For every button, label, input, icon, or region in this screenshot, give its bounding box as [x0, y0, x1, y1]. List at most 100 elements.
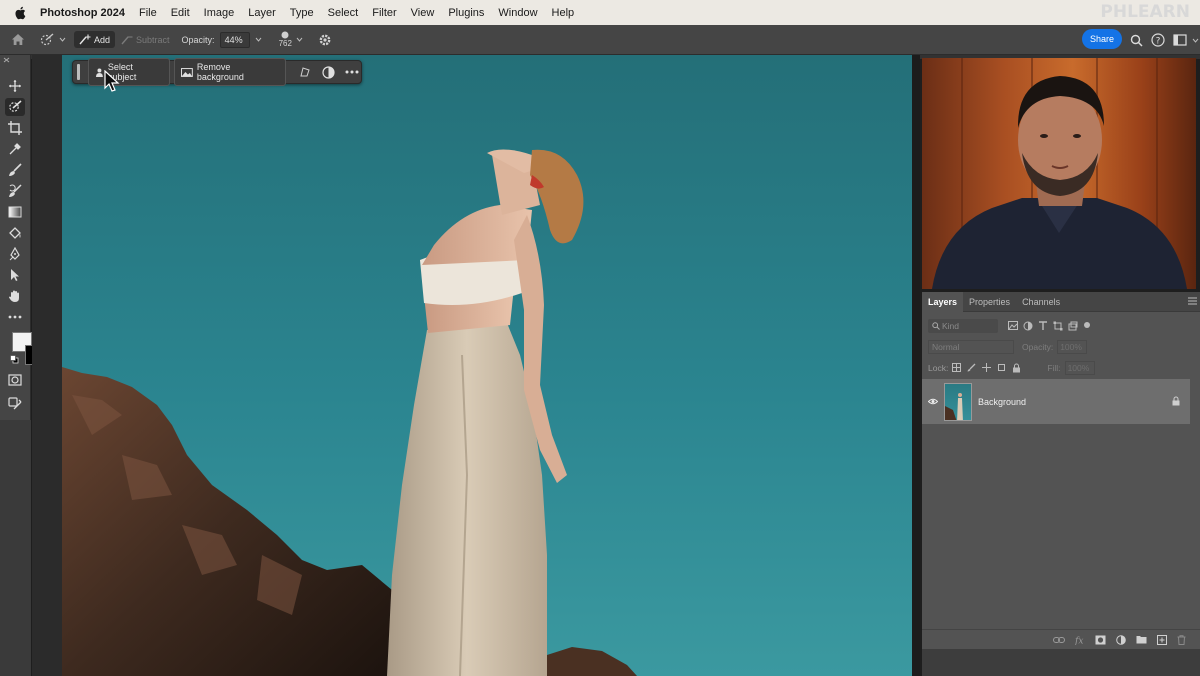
- gear-icon[interactable]: [312, 30, 338, 50]
- move-tool-icon[interactable]: [5, 77, 25, 95]
- menu-layer[interactable]: Layer: [248, 7, 276, 19]
- workspace-icon[interactable]: [1172, 30, 1188, 50]
- lock-transparent-pixels-icon[interactable]: [952, 362, 962, 372]
- filter-pixel-icon[interactable]: [1008, 320, 1018, 330]
- object-selection-preset-icon[interactable]: [36, 30, 58, 50]
- new-layer-icon[interactable]: [1157, 634, 1167, 645]
- remove-background-label: Remove background: [196, 62, 244, 82]
- brush-size-picker[interactable]: 762: [279, 31, 292, 48]
- layer-row-background[interactable]: Background: [922, 379, 1190, 424]
- blend-opacity-row: Normal Opacity: 100%: [922, 336, 1200, 357]
- collapse-toolbar-icon[interactable]: [3, 56, 10, 65]
- app-name-menu[interactable]: Photoshop 2024: [40, 7, 125, 19]
- quick-mask-icon[interactable]: [5, 371, 25, 389]
- add-brush-icon: [79, 34, 91, 45]
- options-bar: Add Subtract Opacity: 44% 762 Share ?: [0, 25, 1200, 55]
- more-tools-icon[interactable]: [5, 308, 25, 326]
- canvas-photo: [62, 149, 637, 676]
- add-mask-icon[interactable]: [1095, 635, 1106, 645]
- tab-properties[interactable]: Properties: [963, 292, 1016, 312]
- lock-position-icon[interactable]: [982, 362, 992, 372]
- filter-smart-object-icon[interactable]: [1068, 321, 1078, 331]
- eyedropper-tool-icon[interactable]: [5, 140, 25, 158]
- paint-bucket-tool-icon[interactable]: [5, 224, 25, 242]
- filter-shape-icon[interactable]: [1053, 321, 1063, 331]
- filter-toggle-icon[interactable]: [1083, 321, 1091, 329]
- filter-adjustment-icon[interactable]: [1023, 321, 1033, 331]
- menu-plugins[interactable]: Plugins: [448, 7, 484, 19]
- new-adjustment-layer-icon[interactable]: [1116, 634, 1126, 645]
- help-icon[interactable]: ?: [1150, 30, 1166, 50]
- lock-artboard-icon[interactable]: [997, 363, 1006, 372]
- history-brush-tool-icon[interactable]: [5, 182, 25, 200]
- object-selection-tool-icon[interactable]: [5, 98, 25, 116]
- lock-image-pixels-icon[interactable]: [967, 363, 976, 372]
- layer-name[interactable]: Background: [978, 397, 1026, 407]
- tab-channels[interactable]: Channels: [1016, 292, 1066, 312]
- layer-effects-icon[interactable]: fx: [1075, 635, 1085, 645]
- panel-bottom-area: [922, 649, 1200, 676]
- lock-fill-row: Lock: Fill: 100%: [922, 357, 1200, 378]
- brush-tip-icon: [281, 31, 289, 39]
- layer-kind-filter[interactable]: Kind: [928, 318, 998, 333]
- remove-background-button[interactable]: Remove background: [174, 58, 286, 86]
- link-layers-icon[interactable]: [1053, 636, 1065, 644]
- mouse-cursor-icon: [104, 70, 120, 92]
- path-selection-tool-icon[interactable]: [5, 266, 25, 284]
- adjustment-layer-icon[interactable]: [319, 63, 337, 81]
- menu-view[interactable]: View: [411, 7, 435, 19]
- lock-all-icon[interactable]: [1012, 363, 1021, 373]
- fill-field[interactable]: 100%: [1064, 360, 1095, 375]
- svg-text:?: ?: [1156, 37, 1161, 47]
- opacity-label: Opacity:: [181, 34, 215, 45]
- toolbar-empty-area: [0, 420, 31, 676]
- layer-opacity-label: Opacity:: [1022, 341, 1054, 352]
- new-group-icon[interactable]: [1136, 635, 1147, 644]
- document-canvas[interactable]: [62, 55, 912, 676]
- tools-panel: [0, 55, 48, 420]
- tab-layers[interactable]: Layers: [922, 291, 964, 312]
- opacity-field[interactable]: 44%: [219, 31, 250, 48]
- menu-select[interactable]: Select: [328, 7, 359, 19]
- subtract-label: Subtract: [136, 34, 170, 45]
- menu-image[interactable]: Image: [204, 7, 235, 19]
- share-button[interactable]: Share: [1082, 29, 1122, 49]
- chevron-down-icon[interactable]: [58, 30, 66, 50]
- menu-edit[interactable]: Edit: [171, 7, 190, 19]
- add-to-selection-button[interactable]: Add: [74, 31, 116, 48]
- menu-window[interactable]: Window: [498, 7, 537, 19]
- delete-layer-icon[interactable]: [1177, 634, 1186, 645]
- menu-type[interactable]: Type: [290, 7, 314, 19]
- opacity-dropdown-icon[interactable]: [253, 30, 265, 50]
- transform-selection-icon[interactable]: [296, 63, 314, 81]
- more-options-icon[interactable]: [343, 63, 361, 81]
- layer-visibility-eye-icon[interactable]: [927, 397, 939, 407]
- default-colors-icon[interactable]: [9, 354, 19, 364]
- svg-text:fx: fx: [1075, 636, 1083, 645]
- search-icon[interactable]: [1128, 30, 1144, 50]
- layer-filter-row: Kind: [922, 315, 1200, 336]
- menu-file[interactable]: File: [139, 7, 157, 19]
- canvas-pasteboard: [32, 55, 62, 676]
- brush-tool-icon[interactable]: [5, 161, 25, 179]
- apple-icon[interactable]: [12, 5, 28, 21]
- pen-tool-icon[interactable]: [5, 245, 25, 263]
- gradient-tool-icon[interactable]: [5, 203, 25, 221]
- panel-tabs: Layers Properties Channels: [922, 291, 1200, 312]
- brush-size-dropdown-icon[interactable]: [294, 30, 306, 50]
- crop-tool-icon[interactable]: [5, 119, 25, 137]
- subtract-from-selection-button[interactable]: Subtract: [121, 34, 170, 45]
- workspace-chevron-icon[interactable]: [1190, 30, 1200, 50]
- brush-size-value: 762: [278, 39, 292, 48]
- menu-filter[interactable]: Filter: [372, 7, 396, 19]
- menu-help[interactable]: Help: [552, 7, 575, 19]
- panel-menu-icon[interactable]: [1188, 297, 1197, 307]
- hand-tool-icon[interactable]: [5, 287, 25, 305]
- blend-mode-select[interactable]: Normal: [928, 339, 1014, 354]
- home-icon[interactable]: [0, 30, 36, 50]
- edit-toolbar-icon[interactable]: [5, 395, 25, 413]
- filter-type-icon[interactable]: [1038, 320, 1048, 331]
- select-subject-button[interactable]: Select subject: [87, 58, 171, 86]
- taskbar-drag-handle[interactable]: [77, 64, 80, 80]
- layer-opacity-field[interactable]: 100%: [1057, 339, 1088, 354]
